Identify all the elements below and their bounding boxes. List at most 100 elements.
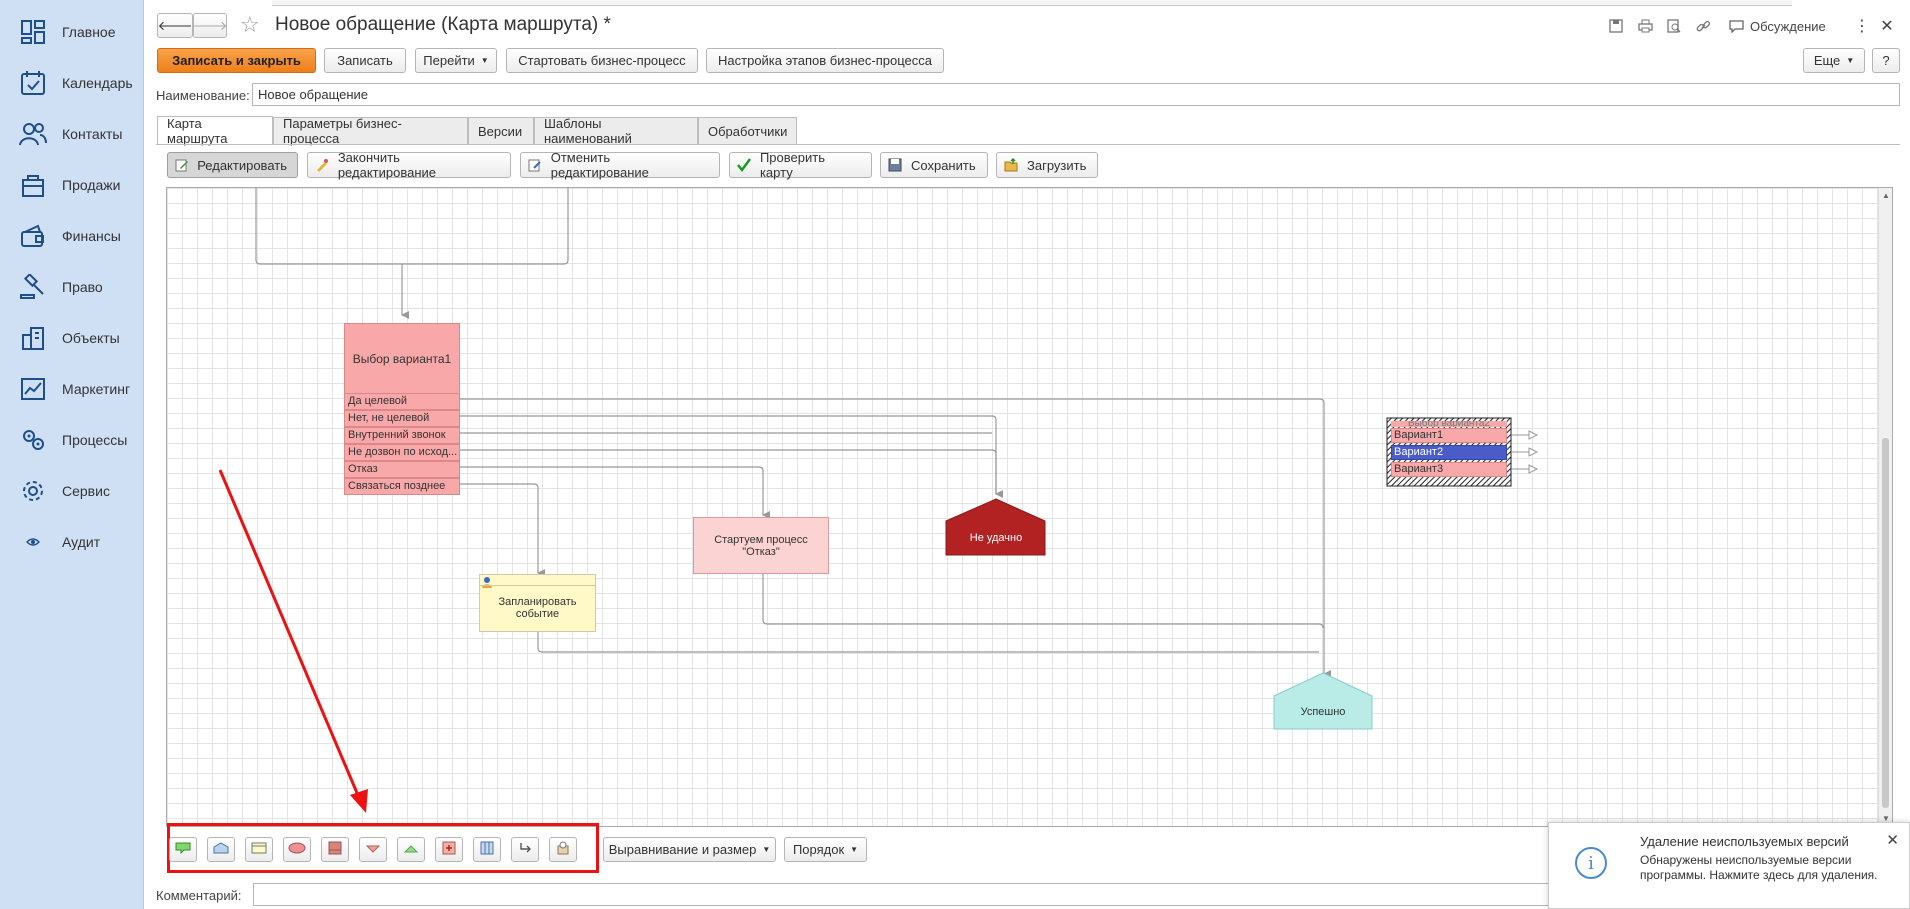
sidebar-item-contacts[interactable]: Контакты [0,114,144,154]
forward-button[interactable]: 🡒 [193,13,227,38]
tab-versions[interactable]: Версии [468,117,534,144]
sidebar-item-main[interactable]: Главное [0,12,144,52]
sidebar-item-calendar[interactable]: Календарь [0,63,144,103]
more-label: Еще [1813,53,1841,68]
info-icon: i [1575,847,1607,879]
palette-split-button[interactable] [359,837,387,862]
notification-popup[interactable]: i Удаление неиспользуемых версий Обнаруж… [1548,822,1910,909]
sidebar-item-sales[interactable]: Продажи [0,165,144,205]
cancel-edit-button[interactable]: Отменить редактирование [520,150,720,180]
sidebar-item-objects[interactable]: Объекты [0,318,144,358]
comment-input[interactable] [253,883,1553,906]
save-button[interactable]: Записать [324,48,406,73]
choice1-node-title[interactable]: Выбор варианта1 [344,323,460,395]
choice1-option-yes[interactable]: Да целевой [344,393,460,410]
palette-decoration-button[interactable] [549,837,577,862]
palette-start-button[interactable] [207,837,235,862]
choice1-option-no[interactable]: Нет, не целевой [344,410,460,427]
preview-icon[interactable] [1665,17,1683,35]
palette-choice-button[interactable] [321,837,349,862]
sidebar: Главное Календарь Контакты Продажи Финан… [0,0,144,909]
link-icon[interactable] [1694,17,1712,35]
choice1-option-later[interactable]: Связаться позднее [344,478,460,495]
print-icon[interactable] [1636,17,1654,35]
goto-dropdown[interactable]: Перейти ▼ [415,48,497,73]
more-dropdown[interactable]: Еще ▼ [1803,48,1865,73]
sales-icon [18,170,48,200]
goto-label: Перейти [423,53,475,68]
sidebar-item-label: Процессы [62,432,128,448]
close-icon[interactable]: ✕ [1886,831,1899,849]
connector-later-to-plan [459,483,545,577]
palette-activity-button[interactable] [245,837,273,862]
save-disk-icon [887,157,903,173]
save-and-close-button[interactable]: Записать и закрыть [157,48,316,73]
discussion-link[interactable]: Обсуждение [1750,19,1826,34]
choice2-option-2[interactable]: Вариант2 [1391,445,1507,460]
load-button[interactable]: Загрузить [996,152,1098,178]
setup-bp-button[interactable]: Настройка этапов бизнес-процесса [706,48,944,73]
sidebar-item-label: Право [62,279,103,295]
fail-node-label: Не удачно [969,532,1023,544]
arrow-right-icon: 🡒 [192,17,228,33]
name-input[interactable]: Новое обращение [252,83,1900,106]
connector-top-bracket [255,188,569,265]
sidebar-item-marketing[interactable]: Маркетинг [0,369,144,409]
palette-condition-button[interactable] [283,837,311,862]
tab-bp-params[interactable]: Параметры бизнес-процесса [273,116,468,146]
tab-name-templates[interactable]: Шаблоны наименований [534,116,698,146]
star-icon[interactable]: ☆ [240,12,260,38]
discussion-icon[interactable] [1728,17,1744,35]
tab-route-map[interactable]: Карта маршрута [157,116,273,146]
sidebar-item-processes[interactable]: Процессы [0,420,144,460]
palette-merge-button[interactable] [397,837,425,862]
route-map-canvas[interactable]: Выбор варианта1 Да целевой Нет, не целев… [166,187,1893,827]
scroll-up-icon[interactable]: ▲ [1882,191,1890,200]
name-label: Наименование: [156,88,250,103]
check-map-button[interactable]: Проверить карту [729,150,872,180]
palette-swimlane-button[interactable] [473,837,501,862]
choice1-option-nocall[interactable]: Не дозвон по исход... [344,444,460,461]
scrollbar-thumb[interactable] [1882,438,1889,808]
finance-icon [18,221,48,251]
choice2-option-1[interactable]: Вариант1 [1391,428,1507,443]
sidebar-item-finance[interactable]: Финансы [0,216,144,256]
finish-edit-button[interactable]: Закончить редактирование [307,150,511,180]
connector-no-to-fail [459,415,997,494]
choice1-option-internal[interactable]: Внутренний звонок [344,427,460,444]
palette-subprocess-button[interactable] [435,837,463,862]
align-size-dropdown[interactable]: Выравнивание и размер ▼ [603,837,776,862]
close-icon[interactable]: ✕ [1878,17,1896,35]
order-dropdown[interactable]: Порядок ▼ [784,837,867,862]
tab-strip-top [272,0,1792,6]
help-button[interactable]: ? [1872,48,1900,73]
more-vertical-icon[interactable]: ⋮ [1853,17,1871,35]
out-arrowhead-3 [1528,464,1539,474]
connector-yes-to-success [459,398,1331,678]
map-save-button[interactable]: Сохранить [880,152,988,178]
choice2-option-3[interactable]: Вариант3 [1391,462,1507,477]
out-arrowhead-2 [1528,447,1539,457]
sidebar-item-audit[interactable]: Аудит [0,522,144,562]
arrow-left-icon: 🡐 [157,17,193,33]
subprocess-shape-icon [442,841,456,858]
start-bp-button[interactable]: Стартовать бизнес-процесс [506,48,698,73]
choice2-node-title[interactable]: Выбор варианта2 [1391,421,1507,427]
plan-event-header [479,574,596,586]
palette-action-button[interactable] [169,837,197,862]
choice1-option-reject[interactable]: Отказ [344,461,460,478]
sidebar-item-law[interactable]: Право [0,267,144,307]
cancel-edit-label: Отменить редактирование [550,150,649,180]
save-icon[interactable] [1607,17,1625,35]
start-reject-node[interactable]: Стартуем процесс "Отказ" [693,517,829,574]
caret-down-icon: ▼ [762,845,771,854]
connector-start-to-success [762,572,1324,629]
tab-handlers[interactable]: Обработчики [698,117,797,144]
decoration-shape-icon [556,841,570,858]
edit-button[interactable]: Редактировать [167,152,298,178]
sidebar-item-service[interactable]: Сервис [0,471,144,511]
align-size-label: Выравнивание и размер [608,842,757,857]
palette-connector-button[interactable] [511,837,539,862]
back-button[interactable]: 🡐 [157,13,193,38]
vertical-scrollbar[interactable]: ▲ ▼ [1878,188,1892,826]
